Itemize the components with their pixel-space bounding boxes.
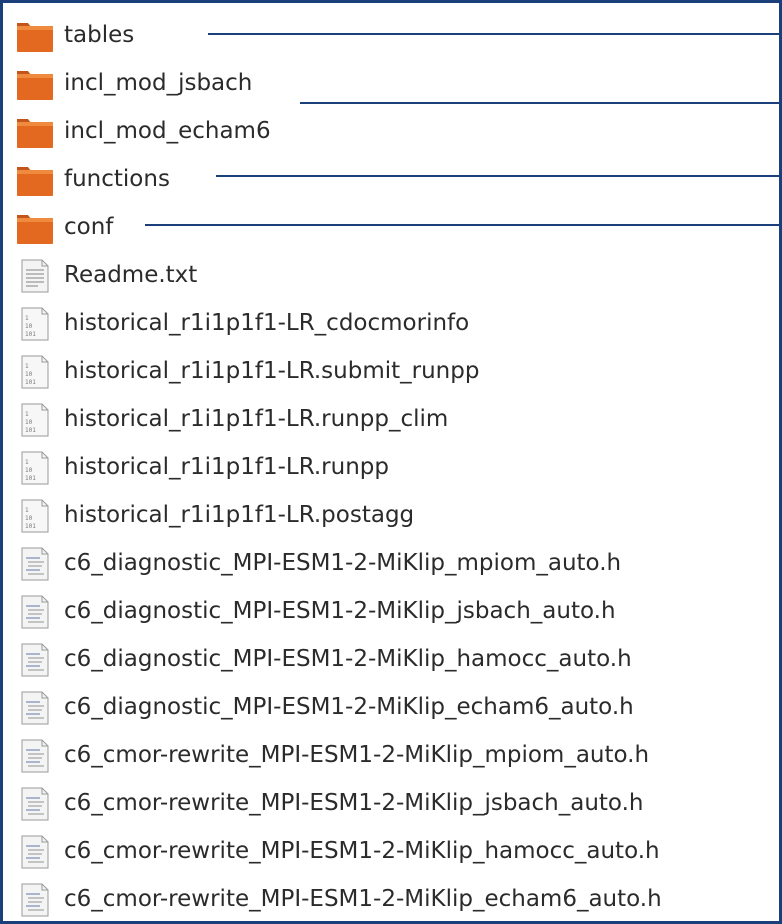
list-item-label: historical_r1i1p1f1-LR.submit_runpp	[64, 357, 480, 384]
folder-icon	[16, 67, 54, 101]
svg-text:101: 101	[25, 331, 36, 338]
list-item-label: historical_r1i1p1f1-LR.runpp	[64, 453, 389, 480]
list-item-label: c6_cmor-rewrite_MPI-ESM1-2-MiKlip_echam6…	[64, 885, 662, 912]
svg-text:101: 101	[25, 523, 36, 530]
list-item-label: c6_cmor-rewrite_MPI-ESM1-2-MiKlip_hamocc…	[64, 837, 660, 864]
text-file-icon	[16, 259, 54, 293]
folder-icon	[16, 19, 54, 53]
folder-icon	[16, 163, 54, 197]
svg-text:1: 1	[25, 315, 29, 322]
binary-file-icon: 1 10 101	[16, 355, 54, 389]
header-file-icon	[16, 595, 54, 629]
list-item-label: c6_diagnostic_MPI-ESM1-2-MiKlip_hamocc_a…	[64, 645, 632, 672]
header-file-icon	[16, 835, 54, 869]
list-item-label: historical_r1i1p1f1-LR_cdocmorinfo	[64, 309, 470, 336]
svg-text:101: 101	[25, 379, 36, 386]
list-item-label: c6_diagnostic_MPI-ESM1-2-MiKlip_jsbach_a…	[64, 597, 616, 624]
list-item-label: Readme.txt	[64, 261, 198, 288]
header-file-icon	[16, 643, 54, 677]
list-item-label: conf	[64, 213, 114, 240]
svg-text:10: 10	[25, 419, 33, 426]
folder-icon	[16, 211, 54, 245]
list-item-label: historical_r1i1p1f1-LR.postagg	[64, 501, 415, 528]
header-file-icon	[16, 691, 54, 725]
list-item-label: functions	[64, 165, 170, 192]
header-file-icon	[16, 787, 54, 821]
list-item-label: c6_diagnostic_MPI-ESM1-2-MiKlip_mpiom_au…	[64, 549, 622, 576]
binary-file-icon: 1 10 101	[16, 451, 54, 485]
binary-file-icon: 1 10 101	[16, 307, 54, 341]
list-item-label: incl_mod_echam6	[64, 117, 271, 144]
svg-text:1: 1	[25, 411, 29, 418]
svg-text:101: 101	[25, 427, 36, 434]
header-file-icon	[16, 739, 54, 773]
svg-text:10: 10	[25, 515, 33, 522]
guide-line	[145, 224, 779, 226]
svg-text:10: 10	[25, 467, 33, 474]
svg-text:10: 10	[25, 371, 33, 378]
file-list-panel: tables incl_mod_jsbach incl_mod_echam6 f…	[0, 0, 782, 924]
binary-file-icon: 1 10 101	[16, 403, 54, 437]
guide-line	[300, 102, 779, 104]
list-item-label: c6_diagnostic_MPI-ESM1-2-MiKlip_echam6_a…	[64, 693, 634, 720]
guide-line	[208, 33, 779, 35]
list-item-label: c6_cmor-rewrite_MPI-ESM1-2-MiKlip_mpiom_…	[64, 741, 650, 768]
svg-text:10: 10	[25, 323, 33, 330]
header-file-icon	[16, 547, 54, 581]
svg-text:101: 101	[25, 475, 36, 482]
list-item-label: tables	[64, 21, 135, 48]
list-item-label: c6_cmor-rewrite_MPI-ESM1-2-MiKlip_jsbach…	[64, 789, 644, 816]
list-item-label: historical_r1i1p1f1-LR.runpp_clim	[64, 405, 449, 432]
list-item-label: incl_mod_jsbach	[64, 69, 253, 96]
svg-text:1: 1	[25, 507, 29, 514]
folder-icon	[16, 115, 54, 149]
svg-text:1: 1	[25, 363, 29, 370]
guide-line	[216, 175, 779, 177]
binary-file-icon: 1 10 101	[16, 499, 54, 533]
svg-text:1: 1	[25, 459, 29, 466]
header-file-icon	[16, 883, 54, 917]
